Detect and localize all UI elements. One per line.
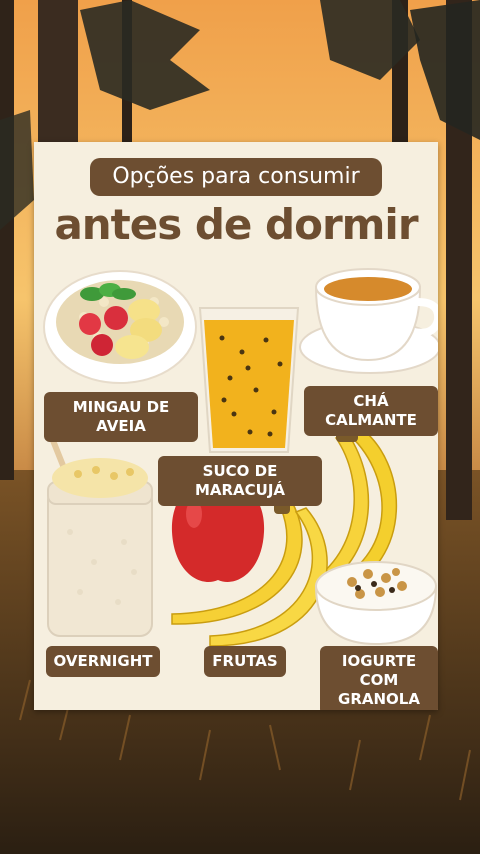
label-yogurt: IOGURTE COM GRANOLA [320, 646, 438, 710]
subtitle-badge: Opções para consumir [90, 158, 382, 196]
label-tea: CHÁ CALMANTE [304, 386, 438, 436]
tea-cup-icon [299, 268, 438, 374]
yogurt-bowl-icon [314, 561, 438, 646]
overnight-jar-icon [47, 435, 153, 637]
page-title: antes de dormir [54, 200, 418, 249]
label-fruits: FRUTAS [204, 646, 286, 677]
label-yogurt-line2: GRANOLA [338, 690, 420, 708]
label-oatmeal: MINGAU DE AVEIA [44, 392, 198, 442]
label-overnight: OVERNIGHT [46, 646, 160, 677]
label-juice: SUCO DE MARACUJÁ [158, 456, 322, 506]
juice-glass-icon [198, 307, 300, 453]
label-yogurt-line1: IOGURTE COM [341, 652, 417, 689]
infographic-card: Opções para consumir antes de dormir MIN… [34, 142, 438, 710]
oatmeal-bowl-icon [43, 270, 197, 384]
